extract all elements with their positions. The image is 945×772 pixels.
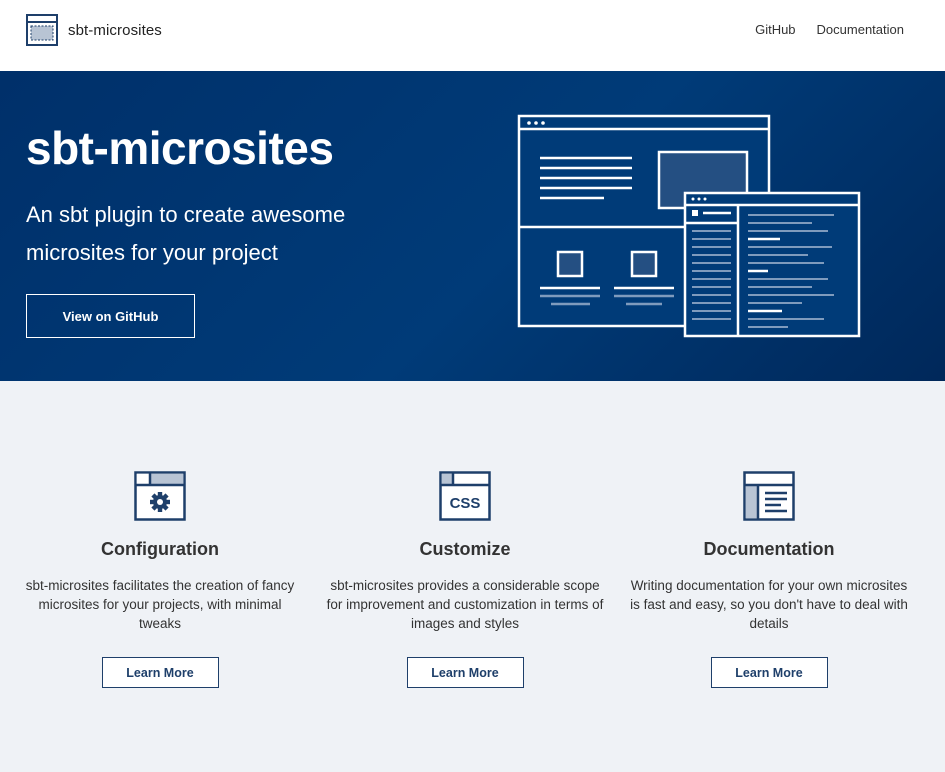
- learn-more-button-customize[interactable]: Learn More: [406, 657, 524, 688]
- feature-configuration: Configuration sbt-microsites facilitates…: [10, 471, 310, 688]
- feature-description: Writing documentation for your own micro…: [630, 578, 908, 631]
- svg-text:CSS: CSS: [450, 495, 481, 512]
- features-section: Configuration sbt-microsites facilitates…: [0, 381, 945, 772]
- view-on-github-button[interactable]: View on GitHub: [26, 294, 195, 338]
- brand-name: sbt-microsites: [68, 21, 162, 39]
- nav-link-documentation[interactable]: Documentation: [817, 22, 904, 37]
- learn-more-button-configuration[interactable]: Learn More: [101, 657, 219, 688]
- feature-title: Configuration: [101, 539, 219, 559]
- brand-link[interactable]: sbt-microsites: [26, 14, 162, 46]
- feature-title: Customize: [419, 539, 511, 559]
- top-navigation-bar: sbt-microsites GitHub Documentation: [0, 0, 945, 71]
- feature-customize: CSS Customize sbt-microsites provides a …: [315, 471, 615, 688]
- nav-link-github[interactable]: GitHub: [755, 22, 795, 37]
- document-icon: [743, 471, 795, 521]
- browser-window-icon: [26, 14, 58, 46]
- main-nav: GitHub Documentation: [734, 22, 904, 37]
- gear-icon: [134, 471, 186, 521]
- browser-windows-illustration: [517, 114, 861, 338]
- css-icon: CSS: [439, 471, 491, 521]
- hero-subtitle: An sbt plugin to create awesome microsit…: [26, 202, 346, 265]
- learn-more-button-documentation[interactable]: Learn More: [710, 657, 828, 688]
- hero-title: sbt-microsites: [26, 122, 334, 174]
- feature-title: Documentation: [703, 539, 835, 559]
- feature-description: sbt-microsites provides a considerable s…: [326, 578, 604, 631]
- hero-section: sbt-microsites An sbt plugin to create a…: [0, 71, 945, 381]
- feature-documentation: Documentation Writing documentation for …: [619, 471, 919, 688]
- feature-description: sbt-microsites facilitates the creation …: [25, 578, 295, 631]
